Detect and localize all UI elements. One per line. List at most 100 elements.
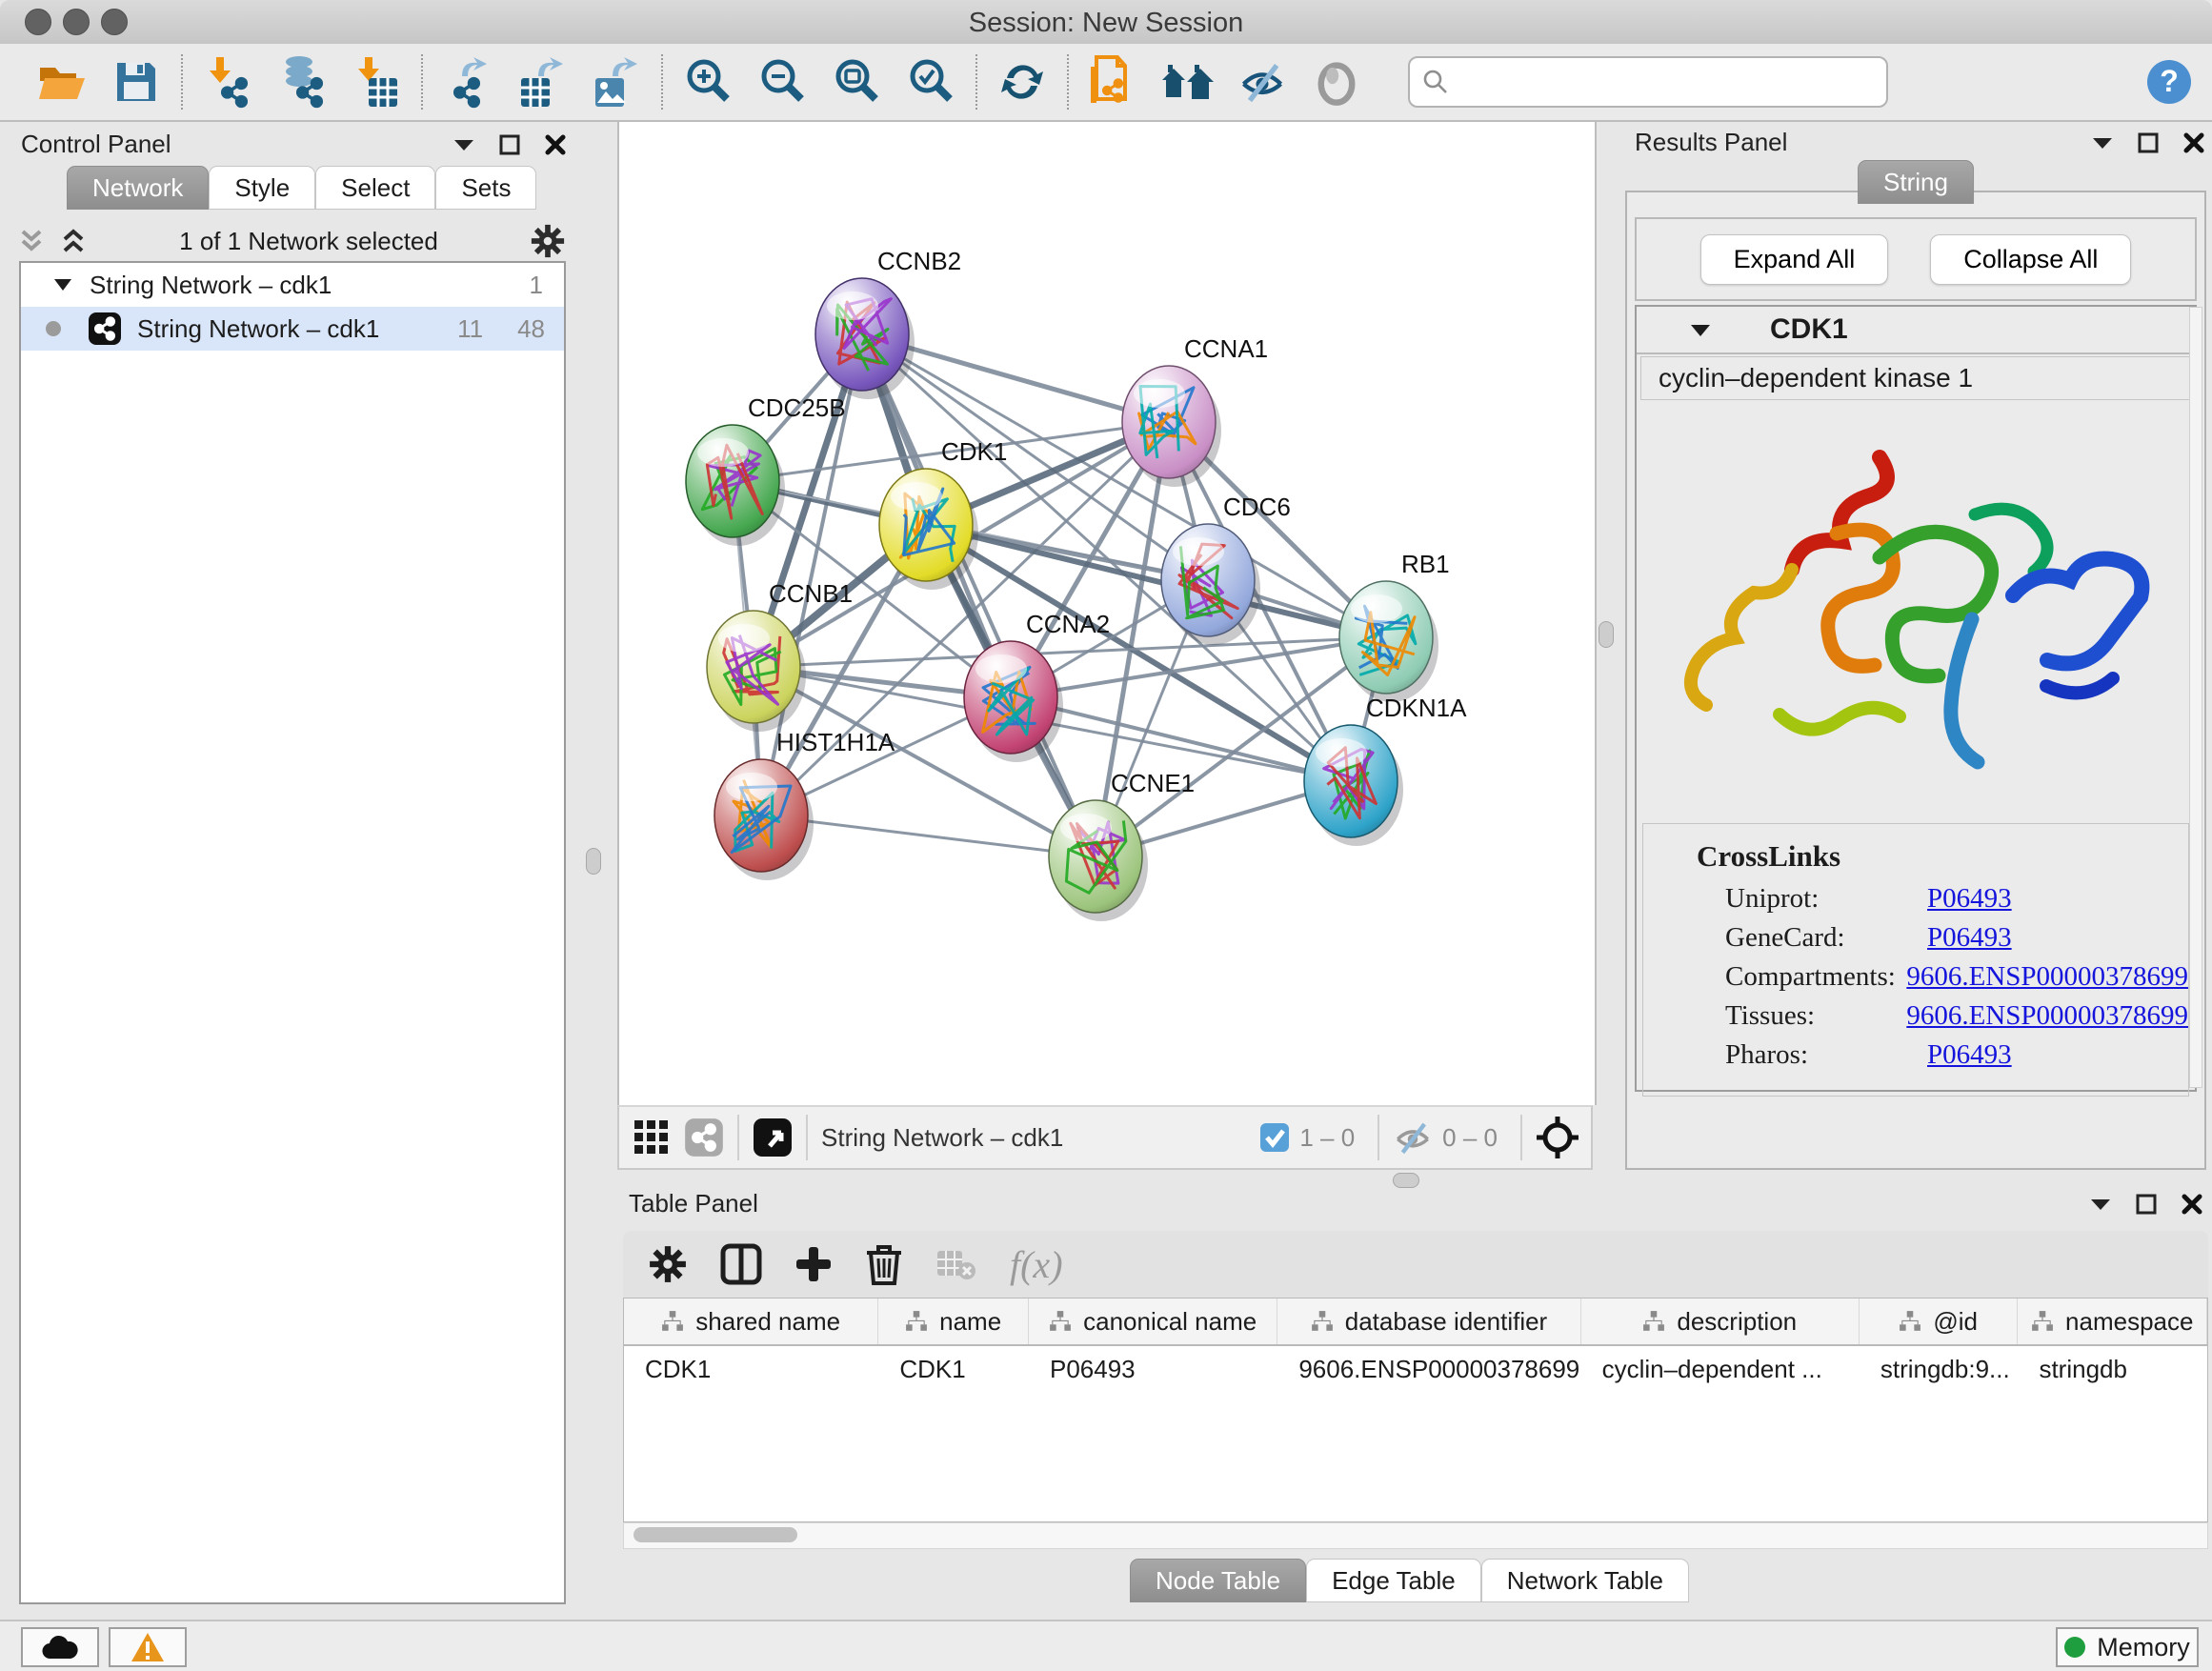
column-header-namespace[interactable]: namespace: [2018, 1299, 2207, 1344]
right-splitter-grip[interactable]: [1599, 621, 1614, 648]
tab-network-table[interactable]: Network Table: [1481, 1559, 1689, 1602]
network-row[interactable]: String Network – cdk1 11 48: [21, 307, 564, 351]
table-horizontal-scrollbar[interactable]: [623, 1522, 2208, 1549]
network-node-CCNB2[interactable]: CCNB2: [815, 247, 961, 399]
hidden-items-icon[interactable]: [1393, 1117, 1433, 1158]
table-row[interactable]: CDK1CDK1P064939606.ENSP00000378699cyclin…: [624, 1346, 2207, 1392]
table-options-gear-icon[interactable]: [648, 1244, 688, 1284]
column-header-canonical-name[interactable]: canonical name: [1029, 1299, 1277, 1344]
column-header-name[interactable]: name: [878, 1299, 1029, 1344]
network-badge-gray-icon[interactable]: [684, 1117, 724, 1158]
crosslink-tissues-link[interactable]: 9606.ENSP00000378699: [1906, 1000, 2188, 1032]
protein-card-header[interactable]: CDK1: [1637, 307, 2195, 354]
crosslink-row: GeneCard: P06493: [1725, 922, 2188, 954]
network-node-HIST1H1A[interactable]: HIST1H1A: [714, 728, 895, 880]
panel-float-icon[interactable]: [2138, 132, 2159, 153]
network-node-CDK1[interactable]: CDK1: [879, 437, 1007, 590]
collapse-all-button[interactable]: Collapse All: [1930, 234, 2131, 285]
table-cell[interactable]: stringdb:9...: [1860, 1346, 2019, 1392]
share-document-button[interactable]: [1076, 48, 1151, 116]
tab-select[interactable]: Select: [315, 166, 435, 210]
collection-expander-icon[interactable]: [53, 278, 72, 292]
node-label-CDKN1A: CDKN1A: [1366, 694, 1467, 722]
table-cell[interactable]: 9606.ENSP00000378699: [1277, 1346, 1580, 1392]
column-header-description[interactable]: description: [1581, 1299, 1860, 1344]
panel-close-icon[interactable]: [2183, 132, 2204, 153]
string-results-box: Expand All Collapse All CDK1 cyclin–depe…: [1625, 191, 2206, 1170]
network-collection-row[interactable]: String Network – cdk1 1: [21, 263, 564, 307]
collapse-all-networks-icon[interactable]: [59, 228, 88, 254]
cloud-status-button[interactable]: [21, 1627, 99, 1667]
home-button[interactable]: [1151, 48, 1225, 116]
panel-close-icon[interactable]: [2182, 1194, 2202, 1215]
import-network-file-button[interactable]: [191, 48, 265, 116]
network-node-CCNA1[interactable]: CCNA1: [1122, 334, 1268, 487]
memory-status-button[interactable]: Memory: [2056, 1627, 2199, 1667]
hide-selected-button[interactable]: [1225, 48, 1299, 116]
expand-all-networks-icon[interactable]: [17, 228, 46, 254]
protein-expander-icon[interactable]: [1690, 323, 1711, 337]
zoom-selected-icon: [906, 57, 955, 107]
show-all-button[interactable]: [1299, 48, 1374, 116]
zoom-fit-button[interactable]: [819, 48, 894, 116]
panel-menu-icon[interactable]: [2090, 1198, 2111, 1211]
tab-edge-table[interactable]: Edge Table: [1306, 1559, 1481, 1602]
table-cell[interactable]: CDK1: [878, 1346, 1029, 1392]
network-node-RB1[interactable]: RB1: [1339, 550, 1450, 702]
string-network-graph[interactable]: CCNB2CCNA1CDC25BCDK1CDC6RB1CCNB1CCNA2CDK…: [619, 122, 1595, 1105]
column-header-database-identifier[interactable]: database identifier: [1277, 1299, 1580, 1344]
column-header--id[interactable]: @id: [1860, 1299, 2019, 1344]
zoom-in-button[interactable]: [671, 48, 745, 116]
show-columns-icon[interactable]: [720, 1243, 762, 1285]
left-splitter-grip[interactable]: [586, 848, 601, 875]
add-column-plus-icon[interactable]: [794, 1245, 833, 1283]
search-field[interactable]: [1408, 56, 1888, 108]
crosslink-pharos-link[interactable]: P06493: [1927, 1039, 2012, 1071]
open-session-button[interactable]: [25, 48, 99, 116]
table-cell[interactable]: stringdb: [2018, 1346, 2207, 1392]
tab-node-table[interactable]: Node Table: [1130, 1559, 1306, 1602]
warnings-button[interactable]: [109, 1627, 187, 1667]
network-view-canvas[interactable]: CCNB2CCNA1CDC25BCDK1CDC6RB1CCNB1CCNA2CDK…: [617, 122, 1597, 1105]
tab-sets[interactable]: Sets: [435, 166, 536, 210]
refresh-button[interactable]: [985, 48, 1059, 116]
import-table-button[interactable]: [339, 48, 413, 116]
export-network-button[interactable]: [431, 48, 505, 116]
network-node-CCNE1[interactable]: CCNE1: [1049, 769, 1195, 921]
selected-checkbox-icon[interactable]: [1259, 1122, 1290, 1153]
save-session-button[interactable]: [99, 48, 173, 116]
zoom-selected-button[interactable]: [894, 48, 968, 116]
network-node-CDKN1A[interactable]: CDKN1A: [1304, 694, 1467, 846]
crosslink-compartments-link[interactable]: 9606.ENSP00000378699: [1906, 961, 2188, 993]
crosslink-uniprot-link[interactable]: P06493: [1927, 883, 2012, 915]
import-network-database-button[interactable]: [265, 48, 339, 116]
scrollbar-thumb[interactable]: [633, 1527, 797, 1542]
delete-column-trash-icon[interactable]: [865, 1243, 903, 1285]
bottom-splitter-grip[interactable]: [1393, 1173, 1419, 1188]
panel-float-icon[interactable]: [499, 134, 520, 155]
zoom-out-button[interactable]: [745, 48, 819, 116]
results-scrollbar[interactable]: [2189, 307, 2202, 1088]
birdseye-grid-icon[interactable]: [633, 1118, 671, 1157]
search-input[interactable]: [1458, 62, 1886, 102]
panel-menu-icon[interactable]: [2092, 136, 2113, 150]
panel-float-icon[interactable]: [2136, 1194, 2157, 1215]
table-cell[interactable]: CDK1: [624, 1346, 878, 1392]
tab-network[interactable]: Network: [67, 166, 209, 210]
panel-close-icon[interactable]: [545, 134, 566, 155]
panel-menu-icon[interactable]: [453, 138, 474, 151]
column-header-shared-name[interactable]: shared name: [624, 1299, 878, 1344]
crosslink-genecard-link[interactable]: P06493: [1927, 922, 2012, 954]
export-table-button[interactable]: [505, 48, 579, 116]
export-image-button[interactable]: [579, 48, 654, 116]
export-network-icon: [443, 55, 493, 109]
fit-selected-crosshair-icon[interactable]: [1536, 1116, 1579, 1159]
help-button[interactable]: ?: [2132, 48, 2206, 116]
tab-string-results[interactable]: String: [1858, 160, 1974, 204]
expand-all-button[interactable]: Expand All: [1700, 234, 1889, 285]
tab-style[interactable]: Style: [209, 166, 315, 210]
network-options-gear-icon[interactable]: [530, 223, 566, 259]
table-cell[interactable]: cyclin–dependent ...: [1581, 1346, 1860, 1392]
open-in-window-icon[interactable]: [753, 1117, 793, 1158]
table-cell[interactable]: P06493: [1029, 1346, 1277, 1392]
